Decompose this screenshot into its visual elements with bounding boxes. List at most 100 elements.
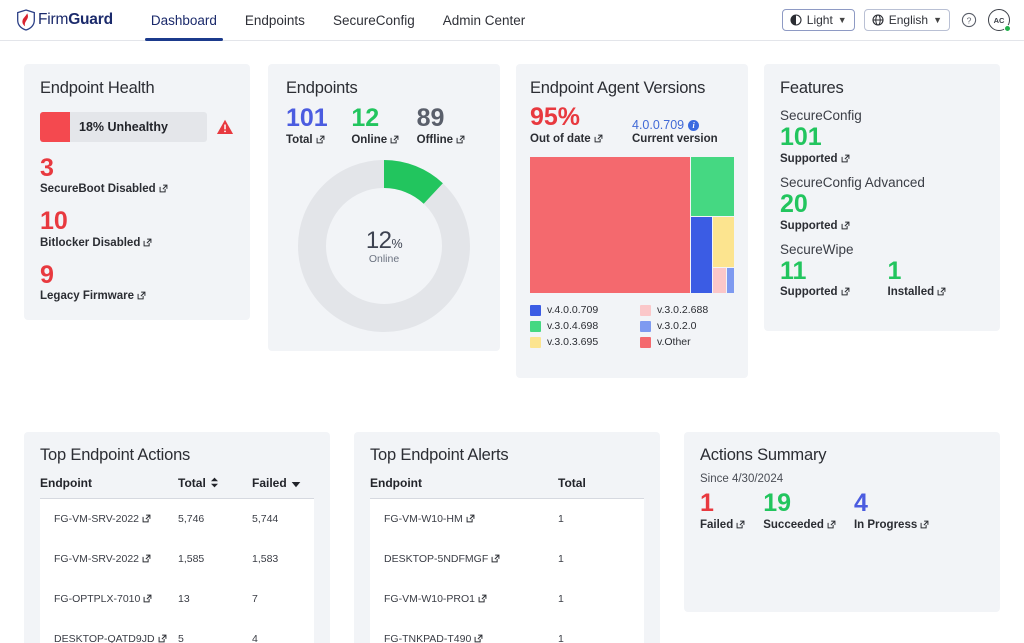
cell-endpoint[interactable]: FG-VM-W10-HM [370,498,558,539]
agent-versions-card: Endpoint Agent Versions 95% Out of date … [516,64,748,378]
out-of-date-label[interactable]: Out of date [530,133,632,145]
summary-label[interactable]: Failed [700,519,745,531]
avatar[interactable]: AC [988,9,1011,32]
feature-label[interactable]: Supported [780,220,850,232]
metric-legacy-firmware: 9 Legacy Firmware [40,260,234,302]
metric-label[interactable]: Legacy Firmware [40,290,234,302]
stat-label-text: Online [351,133,388,146]
table-row[interactable]: FG-VM-W10-HM 1 [370,498,644,539]
brand-logo-area[interactable]: FirmGuard [16,9,113,31]
summary-since: Since 4/30/2024 [700,473,784,485]
legend-item[interactable]: v.4.0.0.709 [530,304,640,316]
brand-light: Firm [38,11,69,28]
summary-label[interactable]: In Progress [854,519,929,531]
feature-label[interactable]: Supported [780,153,850,165]
health-progress-bar: 18% Unhealthy [40,112,207,142]
feature-stat: 11 Supported [780,256,850,298]
language-selector[interactable]: English ▼ [863,9,950,31]
cell-endpoint[interactable]: FG-OPTPLX-7010 [40,579,178,619]
cell-endpoint[interactable]: FG-TNKPAD-T490 [370,619,558,643]
feature-value: 11 [780,256,807,285]
shield-flame-icon [17,9,35,31]
brand-text: FirmGuard [38,11,113,29]
legend-swatch [640,336,651,348]
legend-swatch [530,304,541,316]
legend-item[interactable]: v.3.0.2.0 [640,320,750,332]
cell-total: 1 [558,579,644,619]
legend-item[interactable]: v.3.0.2.688 [640,304,750,316]
theme-selector[interactable]: Light ▼ [781,9,855,31]
card-title: Top Endpoint Actions [40,446,191,464]
column-label: Total [178,476,206,490]
stat-label[interactable]: Offline [417,134,482,146]
table-row[interactable]: FG-TNKPAD-T490 1 [370,619,644,643]
table-row[interactable]: FG-VM-SRV-2022 5,746 5,744 [40,498,314,539]
treemap-tile-v3020[interactable] [727,268,734,293]
treemap-tile-v303695[interactable] [713,217,734,267]
column-header-failed[interactable]: Failed [252,476,314,499]
sort-both-icon [210,477,218,488]
feature-label-text: Supported [780,152,838,165]
feature-value: 1 [887,256,902,285]
sort-desc-icon [291,482,300,488]
nav-item-dashboard[interactable]: Dashboard [137,0,231,41]
summary-label[interactable]: Succeeded [763,519,836,531]
cell-endpoint[interactable]: DESKTOP-QATD9JD [40,619,178,643]
cell-failed: 5,744 [252,498,314,539]
cell-endpoint[interactable]: FG-VM-SRV-2022 [40,498,178,539]
dashboard-page: FirmGuard Dashboard Endpoints SecureConf… [0,0,1024,643]
info-circle-icon[interactable]: i [688,120,700,131]
legend-label: v.3.0.4.698 [547,320,599,332]
feature-label[interactable]: Installed [888,286,947,298]
feature-secureconfig-advanced: SecureConfig Advanced 20 Supported [780,175,984,232]
metric-secureboot-disabled: 3 SecureBoot Disabled [40,155,234,195]
endpoint-name: FG-TNKPAD-T490 [384,633,472,643]
help-button[interactable]: ? [959,10,979,30]
top-actions-table: Endpoint Total Failed FG-VM-SRV-2022 5,7… [40,476,314,643]
feature-secureconfig: SecureConfig 101 Supported [780,108,984,165]
metric-label[interactable]: SecureBoot Disabled [40,183,234,195]
column-header-endpoint[interactable]: Endpoint [40,476,178,499]
question-circle-icon: ? [961,12,977,28]
feature-securewipe: SecureWipe 11 Supported 1 Installed [780,242,984,298]
legend-item[interactable]: v.Other [640,336,750,348]
treemap-tile-v400709[interactable] [691,217,712,293]
legend-item[interactable]: v.3.0.3.695 [530,336,640,348]
metric-label[interactable]: Bitlocker Disabled [40,237,234,249]
treemap-tile-v30469 8[interactable] [691,157,734,216]
donut-percent: 12% [298,227,470,255]
cell-endpoint[interactable]: FG-VM-SRV-2022 [40,539,178,579]
feature-label-text: Supported [780,286,838,299]
metric-value: 9 [40,260,54,289]
feature-stats: 20 Supported [780,190,984,232]
stat-label[interactable]: Online [351,134,416,146]
table-row[interactable]: DESKTOP-5NDFMGF 1 [370,539,644,579]
legend-item[interactable]: v.3.0.4.698 [530,320,640,332]
external-link-icon [841,287,849,296]
cell-endpoint[interactable]: DESKTOP-5NDFMGF [370,539,558,579]
treemap-tile-v302688[interactable] [713,268,726,293]
feature-label[interactable]: Supported [780,286,850,298]
cell-endpoint[interactable]: FG-VM-W10-PRO1 [370,579,558,619]
external-link-icon [474,634,483,643]
versions-summary: 95% Out of date 4.0.0.709 i Current versi… [530,103,734,145]
top-endpoint-actions-card: Top Endpoint Actions Endpoint Total Fail… [24,432,330,643]
column-header-total[interactable]: Total [558,476,644,499]
column-label: Total [558,476,586,490]
stat-label[interactable]: Total [286,134,351,146]
column-header-total[interactable]: Total [178,476,252,499]
nav-item-secureconfig[interactable]: SecureConfig [319,0,429,41]
nav-item-admin-center[interactable]: Admin Center [429,0,540,41]
cell-total: 1 [558,498,644,539]
actions-summary-card: Actions Summary Since 4/30/2024 1 Failed… [684,432,1000,612]
table-row[interactable]: DESKTOP-QATD9JD 5 4 [40,619,314,643]
treemap-tile-other[interactable] [530,157,690,293]
external-link-icon [316,135,325,143]
nav-item-endpoints[interactable]: Endpoints [231,0,319,41]
table-row[interactable]: FG-VM-SRV-2022 1,585 1,583 [40,539,314,579]
column-header-endpoint[interactable]: Endpoint [370,476,558,499]
table-row[interactable]: FG-OPTPLX-7010 13 7 [40,579,314,619]
metric-bitlocker-disabled: 10 Bitlocker Disabled [40,208,234,249]
table-row[interactable]: FG-VM-W10-PRO1 1 [370,579,644,619]
contrast-icon [790,14,802,26]
